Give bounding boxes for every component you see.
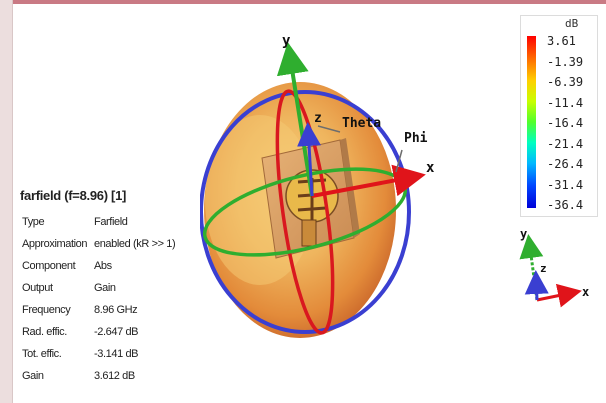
mini-y-label: y <box>520 227 527 241</box>
info-row-rad-effic: Rad. effic. -2.647 dB <box>22 326 139 338</box>
info-value: Gain <box>94 282 116 294</box>
info-row-approximation: Approximation enabled (kR >> 1) <box>22 238 176 250</box>
legend-label: -6.39 <box>547 75 584 89</box>
info-row-tot-effic: Tot. effic. -3.141 dB <box>22 348 139 360</box>
orientation-triad[interactable]: y x z <box>519 227 589 308</box>
z-axis-label: z <box>314 111 322 126</box>
legend-color-bar <box>527 36 536 208</box>
info-row-frequency: Frequency 8.96 GHz <box>22 304 138 316</box>
info-key: Type <box>22 216 45 228</box>
info-key: Approximation <box>22 238 88 250</box>
info-value: -2.647 dB <box>94 326 139 338</box>
farfield-3d-view[interactable]: y x z Theta Phi y x z farfield (f=8.96) … <box>0 0 606 403</box>
info-key: Output <box>22 282 53 294</box>
color-scale-legend: dB 3.61 -1.39 -6.39 -11.4 -16.4 -21.4 -2… <box>520 15 598 217</box>
legend-label: -31.4 <box>547 177 584 192</box>
farfield-info-panel: farfield (f=8.96) [1] Type Farfield Appro… <box>14 182 200 394</box>
info-key: Frequency <box>22 304 71 316</box>
mini-x-axis <box>536 283 582 308</box>
info-row-component: Component Abs <box>22 260 112 272</box>
y-axis-label: y <box>282 33 291 49</box>
info-value: -3.141 dB <box>94 348 139 360</box>
info-value: Farfield <box>94 216 128 228</box>
legend-label: 3.61 <box>547 34 576 48</box>
info-key: Component <box>22 260 76 272</box>
mini-x-label: x <box>582 285 589 299</box>
mini-z-label: z <box>540 262 547 275</box>
info-panel-title: farfield (f=8.96) [1] <box>20 188 127 203</box>
legend-unit: dB <box>565 17 579 30</box>
legend-label: -16.4 <box>547 116 584 130</box>
phi-label: Phi <box>404 131 428 146</box>
info-row-gain: Gain 3.612 dB <box>22 370 135 382</box>
info-row-type: Type Farfield <box>22 216 128 228</box>
mini-z-axis <box>524 270 549 301</box>
legend-label: -11.4 <box>547 95 584 110</box>
legend-label: -21.4 <box>547 136 584 151</box>
info-value: enabled (kR >> 1) <box>94 238 176 250</box>
info-value: 8.96 GHz <box>94 304 138 316</box>
x-axis-label: x <box>426 160 435 176</box>
theta-label: Theta <box>342 116 381 131</box>
info-value: 3.612 dB <box>94 370 135 382</box>
legend-label: -26.4 <box>547 157 584 171</box>
legend-label: -1.39 <box>547 54 584 69</box>
info-row-output: Output Gain <box>22 282 116 294</box>
legend-label: -36.4 <box>547 198 584 212</box>
antenna-feed-line <box>301 219 317 247</box>
info-key: Gain <box>22 370 44 382</box>
info-key: Tot. effic. <box>22 348 62 360</box>
info-key: Rad. effic. <box>22 326 67 338</box>
info-value: Abs <box>94 260 112 272</box>
